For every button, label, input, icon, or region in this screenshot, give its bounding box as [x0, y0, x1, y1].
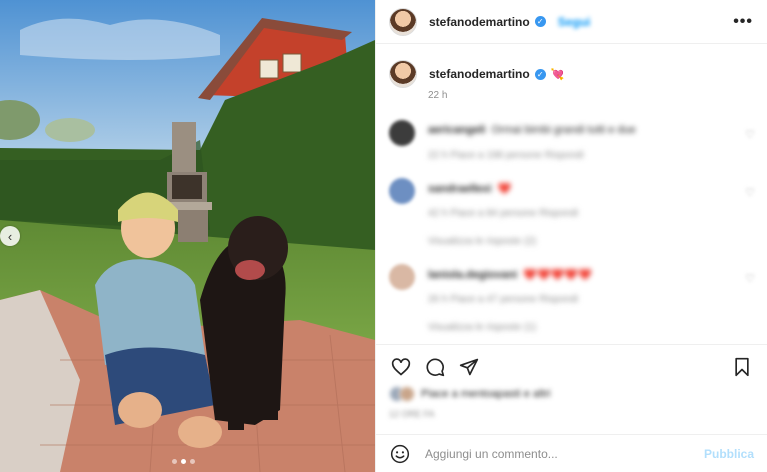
comment-meta: 42 h Piace a 84 persone Rispondi: [428, 208, 579, 219]
comment-text: sandraellexi ❤️: [428, 183, 512, 195]
publish-button[interactable]: Pubblica: [704, 447, 754, 461]
comment-text: laniola.degiovani ❤️❤️❤️❤️❤️: [428, 269, 592, 281]
photo-scene: [0, 0, 375, 472]
boy-knee: [178, 416, 222, 448]
comment-item: aericangeli Ormai bimbi grandi tutti e du…: [389, 120, 759, 168]
like-comment-icon[interactable]: ♡: [745, 186, 755, 199]
more-options-icon[interactable]: •••: [733, 13, 753, 31]
house-window: [259, 59, 279, 79]
comment-meta: 22 h Piace a 198 persone Rispondi: [428, 150, 584, 161]
bbq-opening: [172, 175, 202, 199]
post-side-panel: stefanodemartino ✓ Segui ••• stefanodema…: [375, 0, 767, 472]
post-date: 12 ORE FA: [389, 409, 435, 419]
caption-username[interactable]: stefanodemartino: [429, 67, 530, 81]
post-photo[interactable]: ‹: [0, 0, 375, 472]
chevron-left-icon: ‹: [7, 228, 13, 244]
carousel-dot-active: [181, 459, 186, 464]
comment-input[interactable]: [423, 445, 704, 462]
bbq-base: [178, 210, 208, 242]
comment-item: laniola.degiovani ❤️❤️❤️❤️❤️ 26 h Piace a…: [389, 264, 759, 312]
caption-emoji: 💘: [550, 68, 565, 81]
verified-badge-icon: ✓: [534, 16, 546, 27]
instagram-post-modal: ‹ stefanodemartino ✓ Segui ••• stefanode…: [0, 0, 767, 472]
comment-button[interactable]: [423, 355, 447, 379]
post-header: stefanodemartino ✓ Segui •••: [376, 0, 767, 44]
like-button[interactable]: [389, 355, 413, 379]
add-comment-bar: Pubblica: [376, 434, 767, 472]
carousel-dot: [172, 459, 177, 464]
house-window: [282, 53, 302, 73]
like-comment-icon[interactable]: ♡: [745, 272, 755, 285]
share-button[interactable]: [457, 355, 481, 379]
bbq-chimney: [172, 122, 196, 174]
comment-avatar[interactable]: [389, 120, 415, 146]
comment-item: sandraellexi ❤️ 42 h Piace a 84 persone R…: [389, 178, 759, 226]
view-replies-link[interactable]: Visualizza le risposte (1): [428, 322, 536, 333]
comment-avatar[interactable]: [389, 264, 415, 290]
smiley-icon: [390, 444, 410, 463]
follow-button[interactable]: Segui: [558, 15, 591, 29]
view-replies-link[interactable]: Visualizza le risposte (2): [428, 236, 536, 247]
bookmark-icon: [735, 357, 749, 376]
author-avatar[interactable]: [389, 7, 417, 36]
comment-bubble-icon: [426, 357, 445, 376]
liker-avatar: [399, 386, 415, 402]
author-username[interactable]: stefanodemartino: [429, 15, 530, 29]
verified-badge-icon: ✓: [534, 68, 546, 80]
boy-knee: [118, 392, 162, 428]
post-actions: [376, 344, 767, 388]
paper-plane-icon: [459, 358, 479, 375]
save-button[interactable]: [730, 355, 754, 379]
post-caption: stefanodemartino ✓ 💘: [389, 60, 753, 88]
dog-leg: [262, 380, 278, 420]
dog-tongue: [235, 260, 265, 280]
emoji-picker-button[interactable]: [389, 443, 411, 465]
dog-leg: [228, 380, 244, 430]
like-comment-icon[interactable]: ♡: [745, 128, 755, 141]
carousel-dot: [190, 459, 195, 464]
comment-text: aericangeli Ormai bimbi grandi tutti e du…: [428, 124, 636, 136]
comment-avatar[interactable]: [389, 178, 415, 204]
heart-icon: [391, 357, 411, 376]
tree: [45, 118, 95, 142]
likes-text: Piace a mentoapasti e altri: [421, 388, 551, 400]
comment-meta: 26 h Piace a 47 persone Rispondi: [428, 294, 579, 305]
caption-time: 22 h: [428, 90, 448, 101]
caption-avatar[interactable]: [389, 60, 417, 88]
likes-summary[interactable]: Piace a mentoapasti e altri: [389, 386, 551, 402]
carousel-dots: [172, 459, 195, 464]
previous-photo-button[interactable]: ‹: [0, 226, 20, 246]
